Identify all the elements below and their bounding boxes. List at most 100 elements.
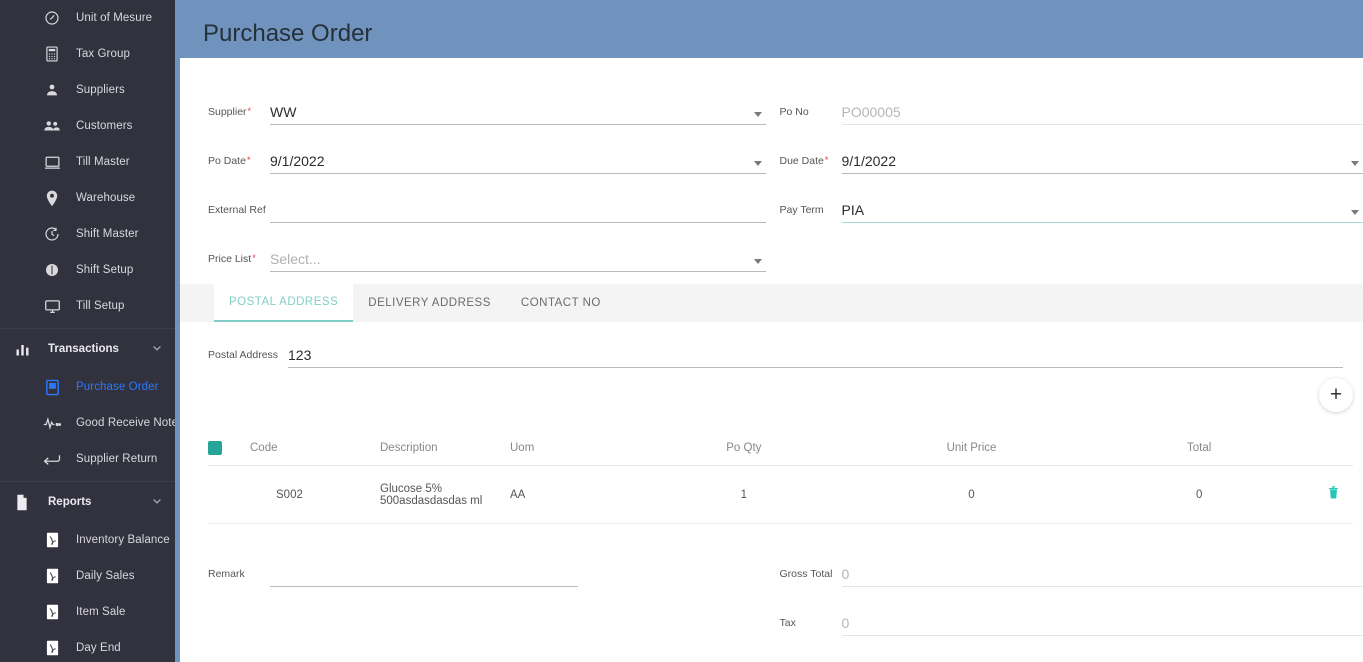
sidebar-item-suppliers[interactable]: Suppliers	[0, 72, 175, 108]
sidebar-item-label: Unit of Mesure	[76, 12, 153, 24]
sidebar-item-good-receive-note[interactable]: Good Receive Note	[0, 405, 175, 441]
chevron-down-icon[interactable]	[151, 342, 163, 357]
supplier-select[interactable]: WW	[270, 97, 766, 125]
sidebar-item-daily-sales[interactable]: Daily Sales	[0, 558, 175, 594]
pdf-icon	[42, 638, 62, 658]
postal-address-label: Postal Address	[208, 349, 279, 361]
chevron-down-icon[interactable]	[754, 161, 762, 166]
sidebar-item-label: Purchase Order	[76, 381, 159, 393]
column-header-total: Total	[1187, 441, 1212, 454]
sidebar-item-tax-group[interactable]: Tax Group	[0, 36, 175, 72]
clock-arrow-icon	[42, 224, 62, 244]
totals-area: Gross Total 0 Tax 0 Net Value	[772, 538, 1363, 662]
sidebar-item-supplier-return[interactable]: Supplier Return	[0, 441, 175, 477]
sidebar-item-inventory-balance[interactable]: Inventory Balance	[0, 522, 175, 558]
bottom-area: Remark Gross Total 0 Tax 0	[180, 524, 1363, 662]
cell-po-qty[interactable]: 1	[630, 489, 858, 501]
price-list-select[interactable]: Select...	[270, 244, 766, 272]
gross-total-value-box: 0	[841, 559, 1363, 587]
field-po-date: Po Date* 9/1/2022	[180, 125, 772, 174]
tab-postal-address[interactable]: POSTAL ADDRESS	[214, 284, 354, 322]
table-row[interactable]: S002 Glucose 5% 500asdasdasdas ml AA 1 0…	[208, 466, 1353, 524]
supplier-value: WW	[270, 104, 297, 120]
gross-total-value: 0	[841, 566, 850, 582]
sidebar-item-label: Warehouse	[76, 192, 136, 204]
sidebar-item-label: Till Master	[76, 156, 130, 168]
pdf-icon	[42, 566, 62, 586]
field-tax: Tax 0	[780, 587, 1363, 636]
purchase-order-card: Supplier* WW Po No PO00005 Po Date* 9/1/…	[180, 58, 1363, 662]
pulse-icon	[42, 413, 62, 433]
sidebar-item-shift-master[interactable]: Shift Master	[0, 216, 175, 252]
field-po-no: Po No PO00005	[772, 76, 1363, 125]
po-date-value: 9/1/2022	[270, 153, 325, 169]
tax-value-box: 0	[841, 608, 1363, 636]
sidebar: Unit of Mesure Tax Group Suppliers Custo…	[0, 0, 175, 662]
form-row-4: Price List* Select...	[180, 223, 1363, 272]
tax-value: 0	[841, 615, 850, 631]
select-all-checkbox-cell	[208, 440, 250, 455]
po-no-label: Po No	[779, 106, 809, 118]
sidebar-item-label: Good Receive Note	[76, 417, 175, 429]
sidebar-item-label: Daily Sales	[76, 570, 135, 582]
sidebar-item-day-end[interactable]: Day End	[0, 630, 175, 662]
form-row-3: External Ref Pay Term PIA	[180, 174, 1363, 223]
postal-address-input[interactable]: 123	[288, 340, 1343, 368]
sidebar-item-label: Supplier Return	[76, 453, 158, 465]
trash-icon[interactable]	[1328, 485, 1339, 502]
field-supplier: Supplier* WW	[180, 76, 772, 125]
tab-contact-no[interactable]: CONTACT NO	[506, 284, 616, 322]
external-ref-input[interactable]	[270, 195, 766, 223]
items-table: Code Description Uom Po Qty Unit Price T…	[208, 430, 1353, 524]
due-date-input[interactable]: 9/1/2022	[841, 146, 1363, 174]
field-due-date: Due Date* 9/1/2022	[772, 125, 1363, 174]
sidebar-item-label: Day End	[76, 642, 121, 654]
chevron-down-icon[interactable]	[1351, 161, 1359, 166]
main-content: Purchase Order Supplier* WW Po No PO0000…	[175, 0, 1363, 662]
sidebar-item-shift-setup[interactable]: Shift Setup	[0, 252, 175, 288]
sidebar-group-master: Unit of Mesure Tax Group Suppliers Custo…	[0, 0, 175, 329]
person-icon	[42, 80, 62, 100]
pay-term-select[interactable]: PIA	[841, 195, 1363, 223]
chevron-down-icon[interactable]	[754, 112, 762, 117]
remark-label: Remark	[208, 568, 245, 580]
sidebar-item-till-setup[interactable]: Till Setup	[0, 288, 175, 324]
sidebar-item-item-sale[interactable]: Item Sale	[0, 594, 175, 630]
sidebar-item-purchase-order[interactable]: Purchase Order	[0, 369, 175, 405]
address-tabbar: POSTAL ADDRESS DELIVERY ADDRESS CONTACT …	[180, 284, 1363, 322]
column-header-unit-price: Unit Price	[946, 441, 997, 454]
sidebar-item-label: Suppliers	[76, 84, 125, 96]
sidebar-section-transactions[interactable]: Transactions	[0, 329, 175, 369]
sidebar-item-label: Item Sale	[76, 606, 126, 618]
sidebar-item-label: Inventory Balance	[76, 534, 170, 546]
add-item-button[interactable]: +	[1319, 378, 1353, 412]
tab-panel-postal-address: Postal Address 123	[180, 322, 1363, 368]
laptop-icon	[42, 152, 62, 172]
monitor-icon	[42, 296, 62, 316]
sidebar-item-customers[interactable]: Customers	[0, 108, 175, 144]
location-pin-icon	[42, 188, 62, 208]
chevron-down-icon[interactable]	[151, 495, 163, 510]
select-all-checkbox[interactable]	[208, 440, 222, 455]
chevron-down-icon[interactable]	[754, 259, 762, 264]
sidebar-item-warehouse[interactable]: Warehouse	[0, 180, 175, 216]
po-date-input[interactable]: 9/1/2022	[270, 146, 766, 174]
tax-label: Tax	[779, 617, 796, 629]
sidebar-section-reports[interactable]: Reports	[0, 482, 175, 522]
po-no-value: PO00005	[841, 104, 901, 120]
chevron-down-icon[interactable]	[1351, 210, 1359, 215]
cell-uom: AA	[510, 488, 526, 501]
supplier-label: Supplier*	[208, 106, 252, 118]
sidebar-item-till-master[interactable]: Till Master	[0, 144, 175, 180]
sidebar-item-unit-of-mesure[interactable]: Unit of Mesure	[0, 0, 175, 36]
sidebar-item-label: Shift Setup	[76, 264, 134, 276]
sidebar-group-transactions: Transactions Purchase Order Good Receive…	[0, 329, 175, 482]
column-header-description: Description	[380, 441, 438, 454]
field-pay-term: Pay Term PIA	[772, 174, 1363, 223]
tab-delivery-address[interactable]: DELIVERY ADDRESS	[353, 284, 506, 322]
delete-row-cell	[1313, 485, 1353, 504]
remark-input[interactable]	[270, 559, 578, 587]
sidebar-item-label: Till Setup	[76, 300, 125, 312]
cell-unit-price[interactable]: 0	[858, 489, 1086, 501]
description-line-2: 500asdasdasdas ml	[380, 494, 483, 507]
